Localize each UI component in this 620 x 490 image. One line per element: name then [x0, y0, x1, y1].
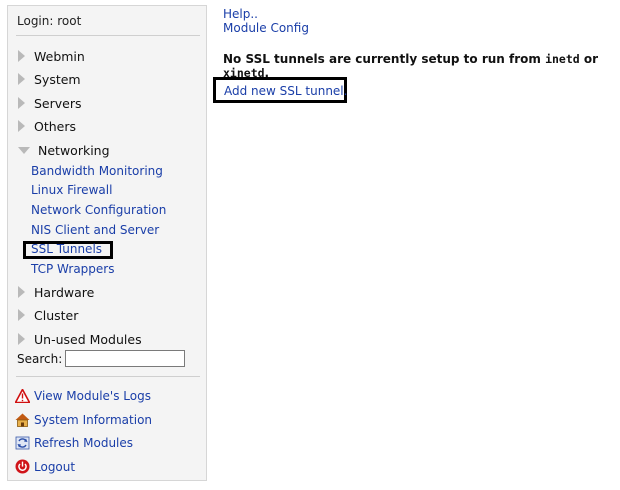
search-input[interactable] — [65, 350, 186, 367]
category-webmin[interactable]: Webmin — [18, 47, 85, 65]
category-unused-modules[interactable]: Un-used Modules — [18, 330, 142, 348]
chevron-down-icon — [18, 146, 30, 154]
module-tcp-wrappers[interactable]: TCP Wrappers — [31, 262, 114, 276]
chevron-right-icon — [18, 120, 25, 132]
chevron-right-icon — [18, 97, 25, 109]
view-module-logs-link[interactable]: View Module's Logs — [15, 388, 151, 403]
chevron-right-icon — [18, 309, 25, 321]
category-hardware[interactable]: Hardware — [18, 283, 94, 301]
status-message: No SSL tunnels are currently setup to ru… — [223, 52, 599, 80]
chevron-right-icon — [18, 50, 25, 62]
divider — [16, 35, 200, 36]
chevron-right-icon — [18, 286, 25, 298]
sidebar: Login: root Webmin System Servers Others… — [7, 5, 207, 481]
chevron-right-icon — [18, 333, 25, 345]
divider — [16, 376, 200, 377]
search-label: Search: — [17, 351, 63, 366]
search-row: Search: — [17, 350, 186, 367]
module-network-configuration[interactable]: Network Configuration — [31, 203, 166, 217]
system-information-link[interactable]: System Information — [15, 412, 152, 427]
chevron-right-icon — [18, 73, 25, 85]
module-config-link[interactable]: Module Config — [223, 21, 309, 35]
category-networking[interactable]: Networking — [18, 141, 110, 159]
logout-link[interactable]: Logout — [15, 459, 75, 474]
refresh-icon — [15, 435, 30, 450]
add-ssl-tunnel-link[interactable]: Add new SSL tunnel. — [224, 84, 347, 98]
module-ssl-tunnels[interactable]: SSL Tunnels — [31, 242, 102, 256]
category-system[interactable]: System — [18, 70, 81, 88]
category-servers[interactable]: Servers — [18, 94, 82, 112]
login-label: Login: root — [17, 14, 82, 28]
power-icon — [15, 459, 30, 474]
module-nis-client-server[interactable]: NIS Client and Server — [31, 223, 159, 237]
module-linux-firewall[interactable]: Linux Firewall — [31, 183, 112, 197]
warning-icon — [15, 388, 30, 403]
category-others[interactable]: Others — [18, 117, 76, 135]
refresh-modules-link[interactable]: Refresh Modules — [15, 435, 133, 450]
category-cluster[interactable]: Cluster — [18, 306, 78, 324]
home-icon — [15, 412, 30, 427]
module-bandwidth-monitoring[interactable]: Bandwidth Monitoring — [31, 164, 163, 178]
help-link[interactable]: Help.. — [223, 7, 258, 21]
